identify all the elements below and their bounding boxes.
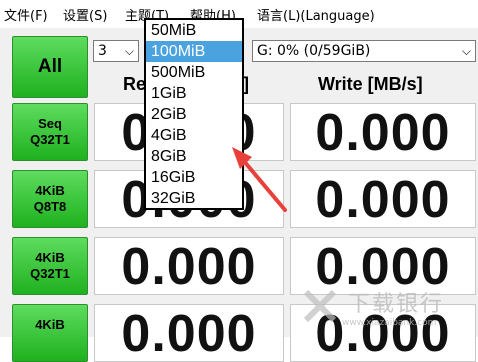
write-value: 0.000 [290,103,476,161]
test-size-dropdown[interactable]: 50MiB 100MiB 500MiB 1GiB 2GiB 4GiB 8GiB … [144,18,244,210]
write-value: 0.000 [290,237,476,295]
size-option[interactable]: 500MiB [146,62,242,83]
test-button-seq-q32t1[interactable]: Seq Q32T1 [12,103,88,161]
test-label-line2: Q8T8 [33,199,67,214]
test-button-4kib-q8t8[interactable]: 4KiB Q8T8 [12,170,88,228]
read-header-text: Re [123,74,147,94]
all-button[interactable]: All [12,36,88,98]
test-label-line1: 4KiB [35,183,65,198]
read-header: Re [123,74,146,95]
menu-language[interactable]: 语言(L)(Language) [257,5,375,24]
test-label-line2: Q32T1 [30,132,70,147]
menu-settings[interactable]: 设置(S) [63,5,107,24]
test-label-line1: 4KiB [35,250,65,265]
chevron-down-icon: ⌵ [461,44,471,58]
size-option[interactable]: 50MiB [146,20,242,41]
size-option[interactable]: 16GiB [146,167,242,188]
test-button-4kib[interactable]: 4KiB [12,304,88,362]
test-button-4kib-q32t1[interactable]: 4KiB Q32T1 [12,237,88,295]
write-header: Write [MB/s] [318,74,423,94]
read-value: 0.000 [94,304,284,362]
size-option[interactable]: 1GiB [146,83,242,104]
write-value: 0.000 [290,170,476,228]
test-label-line1: 4KiB [35,317,65,332]
size-option-selected[interactable]: 100MiB [146,41,242,62]
size-option[interactable]: 8GiB [146,146,242,167]
drive-value: G: 0% (0/59GiB) [257,43,371,59]
write-value: 0.000 [290,304,476,362]
count-value: 3 [98,43,107,59]
drive-select[interactable]: G: 0% (0/59GiB) ⌵ [252,40,476,62]
size-option[interactable]: 32GiB [146,188,242,209]
all-button-label: All [37,56,63,77]
read-value: 0.000 [94,237,284,295]
chevron-down-icon: ⌵ [124,44,134,58]
count-select[interactable]: 3 ⌵ [93,40,139,62]
size-option[interactable]: 2GiB [146,104,242,125]
size-option[interactable]: 4GiB [146,125,242,146]
test-label-line2: Q32T1 [30,266,70,281]
menu-file[interactable]: 文件(F) [4,5,48,24]
test-label-line1: Seq [38,116,62,131]
